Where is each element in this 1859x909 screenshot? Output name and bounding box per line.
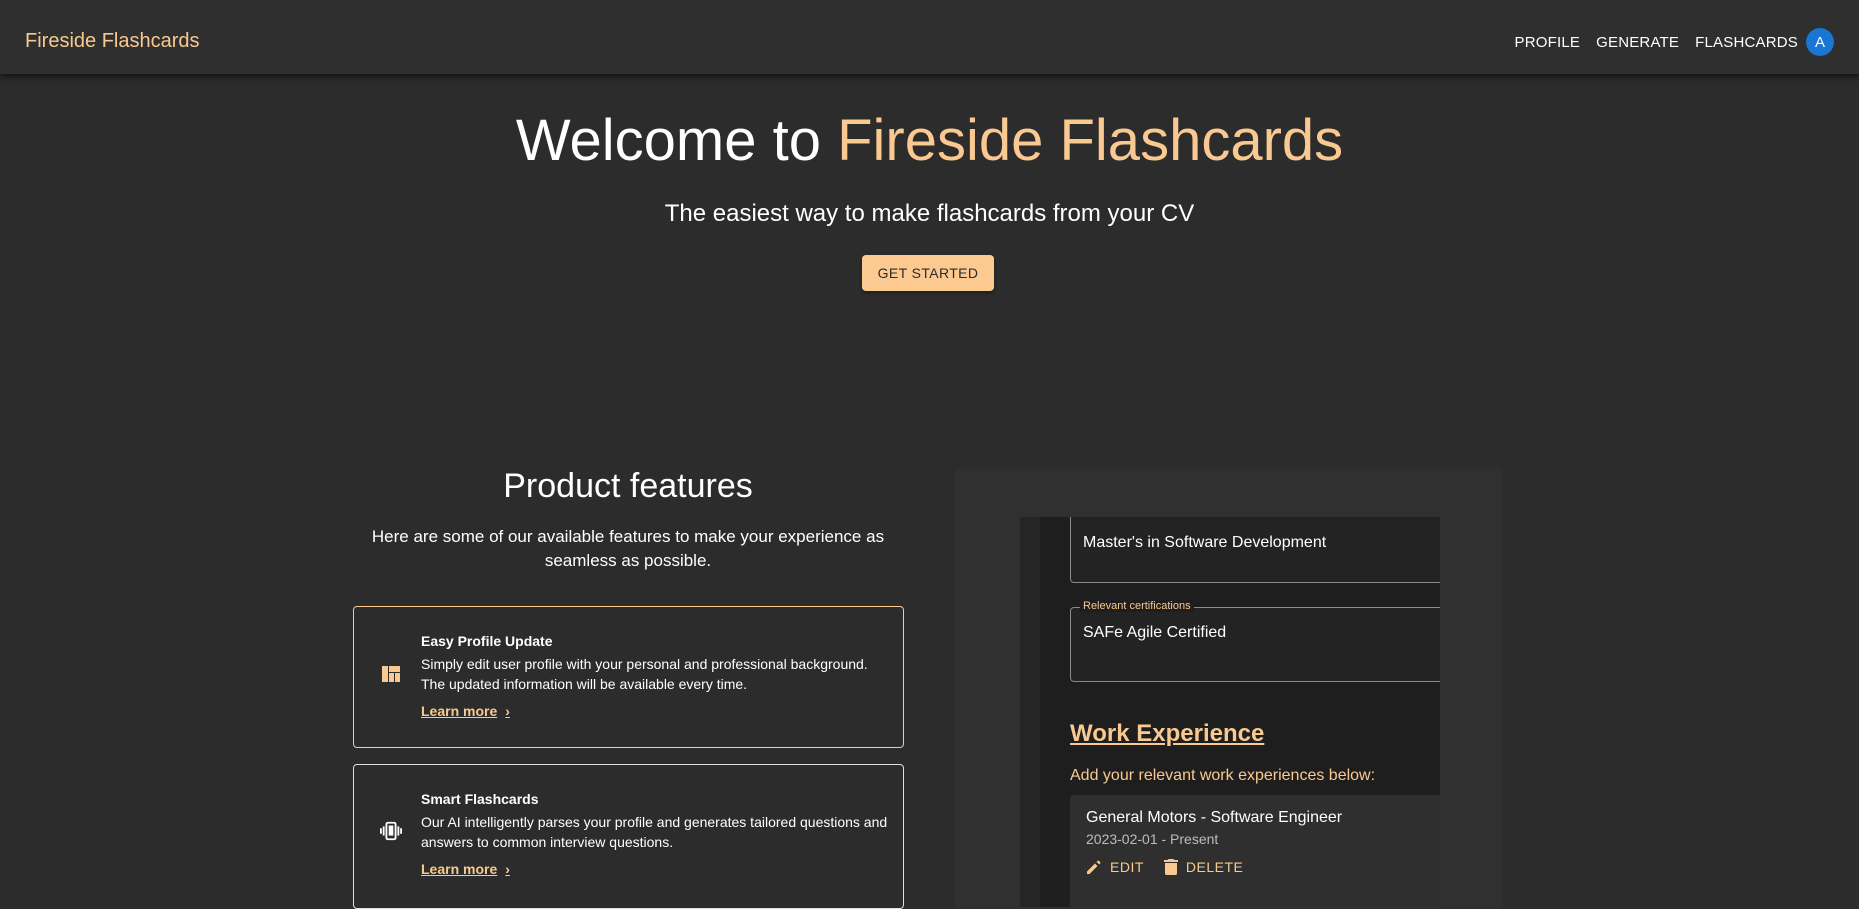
experience-card: General Motors - Software Engineer 2023-… bbox=[1070, 795, 1440, 907]
chevron-right-icon: › bbox=[505, 703, 510, 719]
certifications-value: SAFe Agile Certified bbox=[1083, 624, 1227, 641]
feature-description: Our AI intelligently parses your profile… bbox=[421, 814, 888, 850]
feature-card-profile[interactable]: Easy Profile Update Simply edit user pro… bbox=[353, 606, 904, 748]
learn-more-link[interactable]: Learn more › bbox=[421, 861, 510, 877]
nav-flashcards-button[interactable]: FLASHCARDS bbox=[1687, 26, 1806, 60]
work-experience-heading: Work Experience bbox=[1070, 720, 1265, 747]
edit-button: EDIT bbox=[1086, 859, 1144, 875]
features-description: Here are some of our available features … bbox=[371, 527, 885, 570]
profile-screenshot-preview: Master's in Software Development Relevan… bbox=[1020, 517, 1440, 907]
education-field: Master's in Software Development bbox=[1070, 517, 1440, 583]
trash-icon bbox=[1163, 859, 1178, 875]
feature-title: Easy Profile Update bbox=[421, 633, 553, 649]
feature-card-flashcards[interactable]: Smart Flashcards Our AI intelligently pa… bbox=[353, 764, 904, 909]
features-title: Product features bbox=[503, 467, 753, 505]
edit-label: EDIT bbox=[1110, 859, 1144, 875]
learn-more-label: Learn more bbox=[421, 861, 498, 877]
hero-title: Welcome to Fireside Flashcards bbox=[0, 107, 1859, 175]
nav-generate-button[interactable]: GENERATE bbox=[1588, 26, 1687, 60]
delete-label: DELETE bbox=[1185, 859, 1244, 875]
experience-title: General Motors - Software Engineer bbox=[1086, 809, 1343, 826]
dashboard-icon bbox=[380, 663, 402, 685]
brand-title[interactable]: Fireside Flashcards bbox=[25, 29, 200, 53]
experience-actions: EDIT DELETE bbox=[1086, 859, 1263, 875]
chevron-right-icon: › bbox=[505, 861, 510, 877]
education-value: Master's in Software Development bbox=[1083, 534, 1327, 551]
feature-title: Smart Flashcards bbox=[421, 791, 539, 807]
nav-menu: PROFILE GENERATE FLASHCARDS A bbox=[1507, 26, 1834, 60]
feature-description: Simply edit user profile with your perso… bbox=[421, 656, 868, 692]
certifications-label: Relevant certifications bbox=[1080, 600, 1194, 612]
hero-subtitle: The easiest way to make flashcards from … bbox=[664, 200, 1195, 227]
pencil-icon bbox=[1087, 860, 1101, 874]
get-started-button[interactable]: GET STARTED bbox=[862, 255, 994, 291]
experience-dates: 2023-02-01 - Present bbox=[1086, 831, 1219, 847]
vibration-phone-icon bbox=[380, 820, 402, 842]
preview-side-rail bbox=[1020, 517, 1040, 907]
nav-profile-button[interactable]: PROFILE bbox=[1507, 26, 1589, 60]
app-bar: Fireside Flashcards PROFILE GENERATE FLA… bbox=[0, 0, 1859, 74]
user-avatar[interactable]: A bbox=[1806, 28, 1834, 56]
learn-more-link[interactable]: Learn more › bbox=[421, 703, 510, 719]
hero-title-prefix: Welcome to bbox=[515, 108, 838, 173]
work-experience-subtitle: Add your relevant work experiences below… bbox=[1070, 767, 1376, 784]
certifications-field: Relevant certifications SAFe Agile Certi… bbox=[1070, 600, 1440, 682]
delete-button: DELETE bbox=[1163, 859, 1244, 875]
learn-more-label: Learn more bbox=[421, 703, 498, 719]
hero-title-accent: Fireside Flashcards bbox=[837, 108, 1344, 173]
